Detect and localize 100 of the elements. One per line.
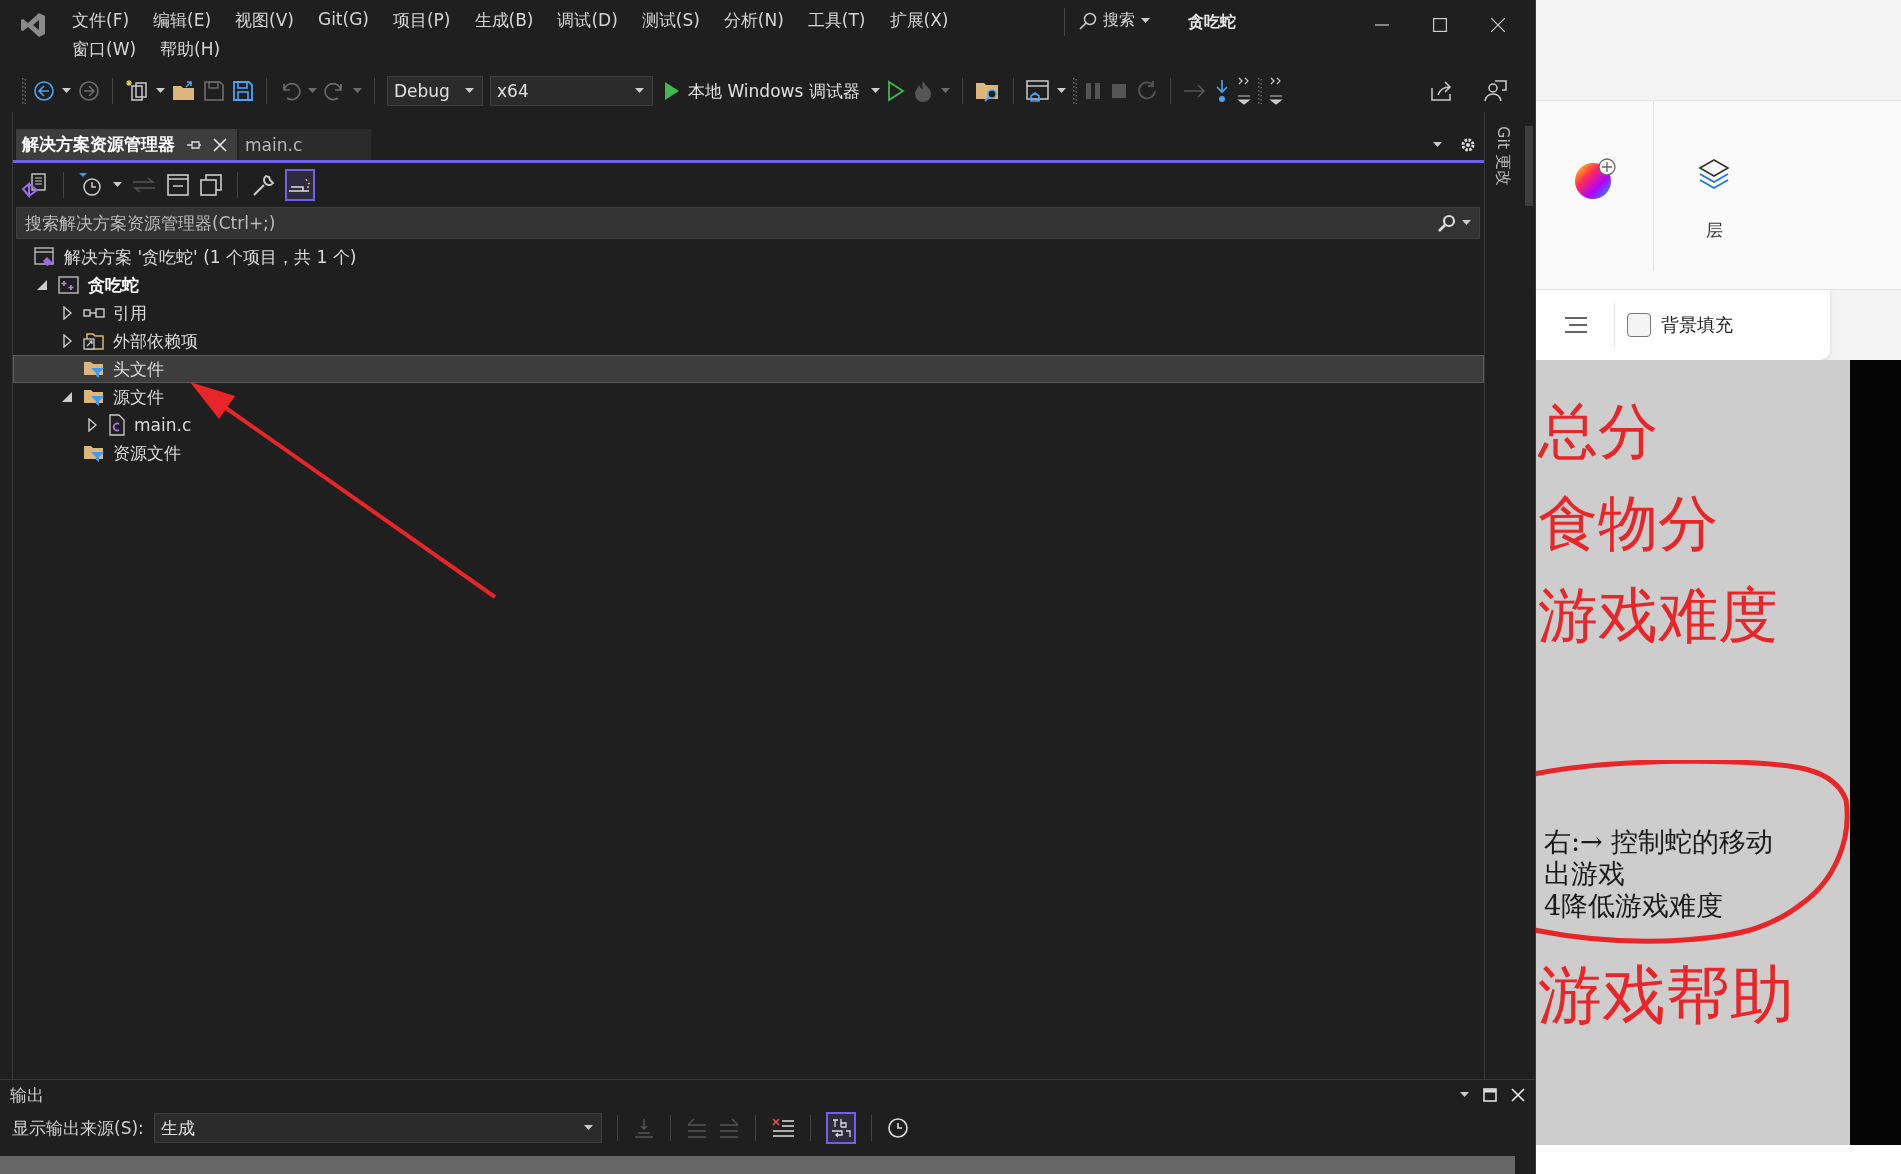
c-file-icon: [108, 414, 126, 436]
menu-item[interactable]: 文件(F): [60, 6, 142, 35]
caret-icon[interactable]: [62, 88, 71, 94]
word-wrap-icon: [829, 1117, 852, 1139]
forward-icon[interactable]: [78, 80, 100, 102]
play-icon: [664, 81, 680, 101]
caret-icon[interactable]: [465, 88, 474, 94]
clock-icon[interactable]: [886, 1117, 909, 1139]
caret-icon[interactable]: [1462, 220, 1471, 226]
caret-icon[interactable]: [1460, 1092, 1469, 1098]
tab[interactable]: main.c: [239, 129, 371, 160]
collapsed-arrow-icon[interactable]: [62, 334, 72, 348]
configuration-dropdown[interactable]: Debug: [387, 76, 483, 106]
collapse-all-icon[interactable]: [166, 173, 190, 197]
menu-item[interactable]: 视图(V): [223, 6, 306, 35]
copy-icon[interactable]: [199, 173, 223, 197]
filter-folder-icon: [83, 387, 105, 407]
caret-icon[interactable]: [583, 1125, 593, 1131]
tree-item[interactable]: 资源文件: [13, 439, 1484, 467]
search-button[interactable]: 搜索: [1079, 10, 1150, 31]
toolbar-grip-icon: [1072, 78, 1077, 104]
menu-item[interactable]: 项目(P): [380, 6, 463, 35]
tree-item[interactable]: 解决方案 '贪吃蛇' (1 个项目，共 1 个): [13, 243, 1484, 271]
collapsed-arrow-icon[interactable]: [62, 306, 72, 320]
canvas-text: 4降低游戏难度: [1544, 890, 1725, 922]
save-icon[interactable]: [203, 80, 225, 102]
expanded-arrow-icon[interactable]: [37, 280, 47, 290]
menu-item[interactable]: 测试(S): [629, 6, 712, 35]
tree-item[interactable]: 贪吃蛇: [13, 271, 1484, 299]
canvas-text: 游戏帮助: [1538, 957, 1795, 1034]
menu-item[interactable]: 分析(N): [711, 6, 796, 35]
side-tab[interactable]: Git 更改: [1492, 126, 1514, 206]
open-folder-icon[interactable]: [172, 80, 196, 102]
panel-title: 输出: [10, 1083, 45, 1107]
menu-item[interactable]: 帮助(H): [148, 35, 233, 64]
app-logo-icon: [20, 12, 46, 38]
start-debugging-button[interactable]: 本地 Windows 调试器: [660, 79, 864, 103]
dependencies-icon: [83, 331, 105, 351]
background-fill-checkbox[interactable]: 背景填充: [1627, 313, 1733, 337]
tree-item[interactable]: main.c: [13, 411, 1484, 439]
restart-icon[interactable]: [1135, 80, 1158, 102]
overflow-icon[interactable]: [1236, 76, 1251, 106]
caret-icon[interactable]: [156, 88, 165, 94]
maximize-icon[interactable]: [1483, 1088, 1497, 1102]
filter-folder-icon: [83, 359, 105, 379]
wrench-icon[interactable]: [252, 173, 276, 197]
word-wrap-toggle-button[interactable]: [825, 1112, 856, 1144]
switch-views-icon[interactable]: [21, 172, 49, 198]
menu-item[interactable]: Git(G): [305, 6, 381, 35]
menu-item[interactable]: 工具(T): [795, 6, 878, 35]
search-icon: [1079, 11, 1097, 30]
tree-item[interactable]: 外部依赖项: [13, 327, 1484, 355]
filter-folder-icon: [83, 443, 105, 463]
feedback-icon[interactable]: [1484, 79, 1508, 103]
output-source-label: 显示输出来源(S):: [12, 1116, 144, 1140]
preview-icon: [288, 177, 312, 193]
menu-item[interactable]: 调试(D): [545, 6, 630, 35]
scrollbar[interactable]: [0, 1156, 1515, 1174]
tree-item[interactable]: 引用: [13, 299, 1484, 327]
tree-item[interactable]: 头文件: [13, 355, 1484, 383]
pin-icon[interactable]: [187, 138, 201, 151]
toolbar-grip-icon: [1257, 78, 1262, 104]
platform-dropdown[interactable]: x64: [490, 76, 653, 106]
output-source-dropdown[interactable]: 生成: [153, 1113, 602, 1143]
run-without-debugging-icon[interactable]: [886, 80, 905, 102]
clear-all-icon[interactable]: [770, 1117, 795, 1139]
menu-item[interactable]: 生成(B): [462, 6, 546, 35]
preview-toggle-button[interactable]: [285, 169, 315, 201]
collapsed-arrow-icon[interactable]: [87, 418, 97, 432]
caret-icon[interactable]: [870, 88, 880, 94]
expanded-arrow-icon[interactable]: [62, 392, 72, 402]
settings-icon[interactable]: [1460, 136, 1476, 153]
scrollbar[interactable]: [1525, 126, 1533, 206]
menu-icon[interactable]: [1564, 316, 1588, 334]
maximize-icon[interactable]: [1433, 18, 1447, 32]
share-icon[interactable]: [1430, 80, 1454, 102]
caret-icon[interactable]: [1141, 17, 1150, 24]
pending-changes-filter-icon[interactable]: [78, 172, 104, 198]
layers-icon[interactable]: [1697, 157, 1731, 191]
tab[interactable]: 解决方案资源管理器: [16, 129, 237, 160]
menu-item[interactable]: 扩展(X): [877, 6, 961, 35]
solution-icon: [34, 247, 56, 267]
close-icon[interactable]: [1491, 18, 1505, 32]
caret-icon[interactable]: [113, 182, 122, 188]
overflow-icon[interactable]: [1268, 76, 1283, 106]
canvas-text: 食物分: [1538, 487, 1719, 560]
menu-item[interactable]: 窗口(W): [60, 35, 149, 64]
color-wheel-icon[interactable]: [1572, 157, 1617, 201]
caret-icon[interactable]: [1056, 88, 1066, 94]
caret-icon[interactable]: [635, 88, 644, 94]
back-icon[interactable]: [33, 80, 55, 102]
save-all-icon[interactable]: [232, 80, 254, 102]
references-icon: [83, 307, 105, 319]
caret-icon[interactable]: [1433, 141, 1442, 148]
tree-item[interactable]: 源文件: [13, 383, 1484, 411]
new-project-icon[interactable]: [125, 79, 149, 103]
menu-item[interactable]: 编辑(E): [141, 6, 224, 35]
browser-window-icon[interactable]: [1025, 79, 1050, 103]
step-into-icon[interactable]: [1213, 79, 1230, 103]
search-field[interactable]: 搜索解决方案资源管理器(Ctrl+;): [16, 207, 1480, 239]
